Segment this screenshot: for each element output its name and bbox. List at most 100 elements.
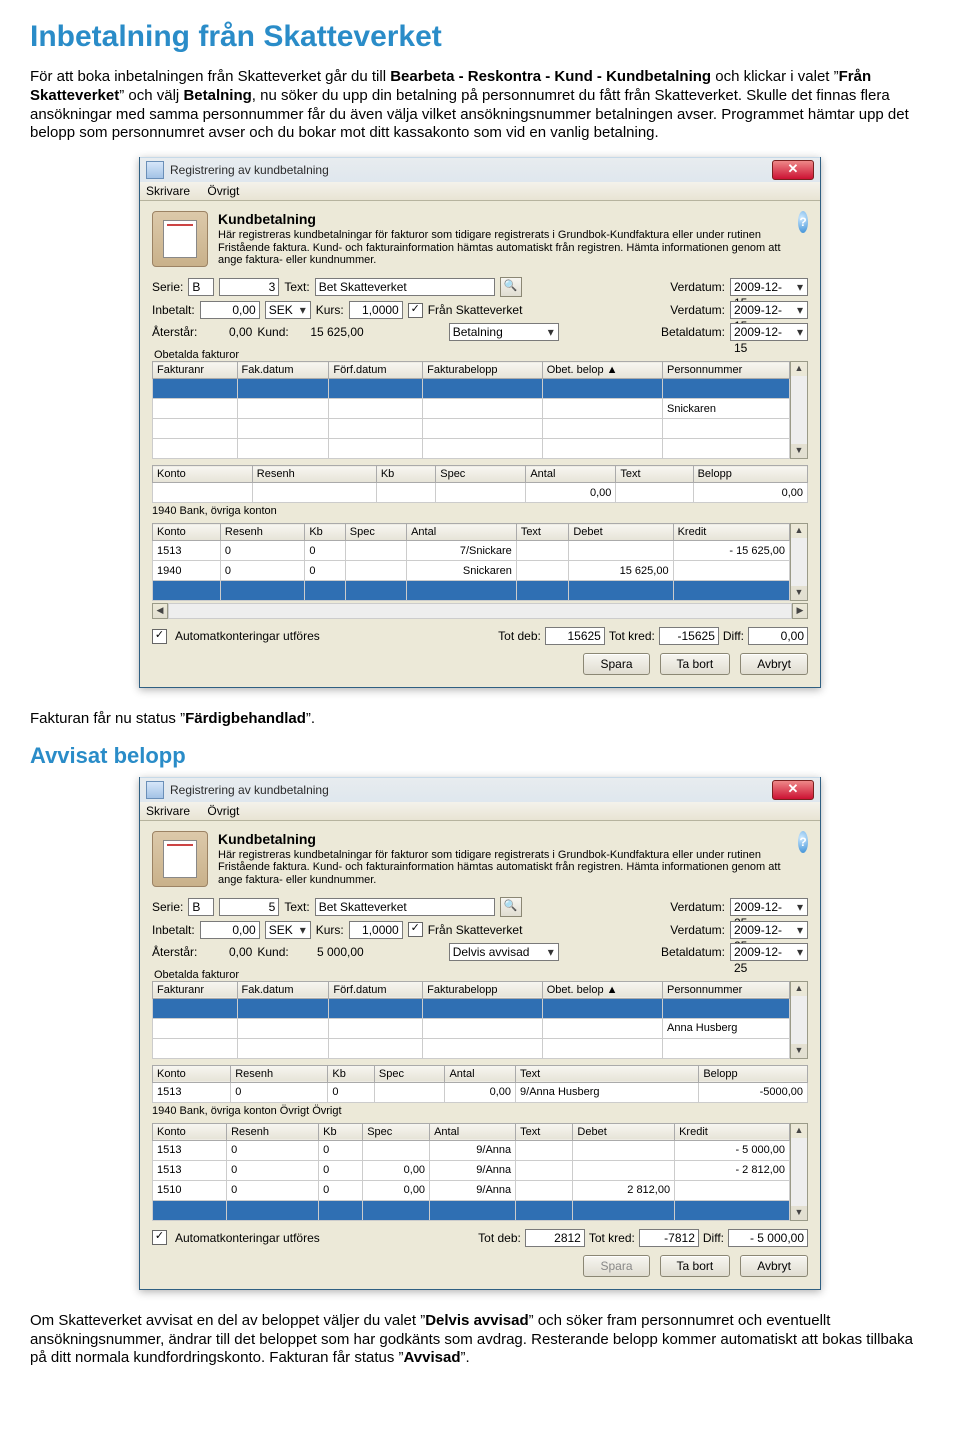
auto-checkbox[interactable]: ✓ bbox=[152, 1230, 167, 1245]
inbetalt-field[interactable]: 0,00 bbox=[200, 301, 260, 319]
mid-paragraph: Fakturan får nu status ”Färdigbehandlad”… bbox=[30, 710, 930, 729]
close-icon[interactable]: ✕ bbox=[772, 160, 814, 180]
table-kontering[interactable]: KontoResenhKbSpecAntalTextBelopp 0,000,0… bbox=[152, 465, 808, 503]
table-obetalda[interactable]: FakturanrFak.datumFörf.datumFakturabelop… bbox=[152, 361, 790, 459]
table-row bbox=[153, 439, 790, 459]
info-heading: Kundbetalning bbox=[218, 211, 788, 227]
avbryt-button[interactable]: Avbryt bbox=[740, 1255, 808, 1277]
menu-skrivare[interactable]: Skrivare bbox=[146, 184, 190, 198]
info-desc: Här registreras kundbetalningar för fakt… bbox=[218, 229, 788, 267]
table-row: 1513007/Snickare- 15 625,00 bbox=[153, 541, 790, 561]
valuta-field[interactable]: SEK bbox=[265, 301, 311, 319]
table-row: 1513000,009/Anna- 2 812,00 bbox=[153, 1160, 790, 1180]
help-icon[interactable]: ? bbox=[798, 211, 808, 233]
menu-ovrigt[interactable]: Övrigt bbox=[207, 804, 239, 818]
betaldatum-field[interactable]: 2009-12-25 bbox=[730, 943, 808, 961]
info-desc: Här registreras kundbetalningar för fakt… bbox=[218, 849, 788, 887]
auto-label: Automatkonteringar utföres bbox=[175, 629, 320, 643]
verdatum-field[interactable]: 2009-12-25 bbox=[730, 898, 808, 916]
verdatum-field[interactable]: 2009-12-15 bbox=[730, 278, 808, 296]
kund-label: Kund: bbox=[257, 325, 288, 339]
verdatum2-label: Verdatum: bbox=[670, 303, 725, 317]
window-kundbetalning-2: Registrering av kundbetalning ✕ Skrivare… bbox=[139, 777, 821, 1290]
table-row bbox=[153, 379, 790, 399]
avbryt-button[interactable]: Avbryt bbox=[740, 653, 808, 675]
aterstar-value: 0,00 bbox=[202, 325, 252, 339]
window-title: Registrering av kundbetalning bbox=[170, 163, 772, 177]
table-row: 0,000,00 bbox=[153, 483, 808, 503]
table-row: 1513000,009/Anna Husberg-5000,00 bbox=[153, 1082, 808, 1102]
diff-label: Diff: bbox=[723, 629, 744, 643]
search-icon[interactable]: 🔍 bbox=[500, 897, 522, 917]
info-heading: Kundbetalning bbox=[218, 831, 788, 847]
status-select[interactable]: Betalning bbox=[449, 323, 559, 341]
inbetalt-label: Inbetalt: bbox=[152, 303, 195, 317]
totkred-field: -15625 bbox=[659, 627, 719, 645]
serienr-field[interactable]: 3 bbox=[219, 278, 279, 296]
menu-skrivare[interactable]: Skrivare bbox=[146, 804, 190, 818]
table-row: Snickaren bbox=[153, 399, 790, 419]
line1940: 1940 Bank, övriga konton bbox=[152, 505, 808, 517]
close-icon[interactable]: ✕ bbox=[772, 780, 814, 800]
table-obetalda[interactable]: FakturanrFak.datumFörf.datumFakturabelop… bbox=[152, 981, 790, 1059]
serie-label: Serie: bbox=[152, 280, 183, 294]
line1940: 1940 Bank, övriga konton Övrigt Övrigt bbox=[152, 1105, 808, 1117]
fran-skatteverket-checkbox[interactable]: ✓ bbox=[408, 303, 423, 318]
fran-skatteverket-checkbox[interactable]: ✓ bbox=[408, 922, 423, 937]
table-row bbox=[153, 1200, 790, 1220]
table-row bbox=[153, 581, 790, 601]
verdatum-label: Verdatum: bbox=[670, 280, 725, 294]
app-icon bbox=[146, 781, 164, 799]
tabort-button[interactable]: Ta bort bbox=[660, 1255, 731, 1277]
tabort-button[interactable]: Ta bort bbox=[660, 653, 731, 675]
page-title: Inbetalning från Skatteverket bbox=[30, 20, 930, 54]
search-icon[interactable]: 🔍 bbox=[500, 277, 522, 297]
serie-field[interactable]: B bbox=[188, 898, 214, 916]
status-select[interactable]: Delvis avvisad bbox=[449, 943, 559, 961]
spara-button[interactable]: Spara bbox=[583, 1255, 649, 1277]
text-field[interactable]: Bet Skatteverket bbox=[315, 278, 495, 296]
window-kundbetalning-1: Registrering av kundbetalning ✕ Skrivare… bbox=[139, 157, 821, 688]
table-bokforing[interactable]: KontoResenhKbSpecAntalTextDebetKredit 15… bbox=[152, 523, 790, 601]
text-field[interactable]: Bet Skatteverket bbox=[315, 898, 495, 916]
verdatum2-field[interactable]: 2009-12-15 bbox=[730, 301, 808, 319]
inbetalt-field[interactable]: 0,00 bbox=[200, 921, 260, 939]
menubar: Skrivare Övrigt bbox=[140, 802, 820, 821]
app-icon bbox=[146, 161, 164, 179]
valuta-field[interactable]: SEK bbox=[265, 921, 311, 939]
verdatum2-field[interactable]: 2009-12-25 bbox=[730, 921, 808, 939]
table-row bbox=[153, 1038, 790, 1058]
grouplabel-obetalda: Obetalda fakturor bbox=[152, 349, 239, 361]
kund-value: 15 625,00 bbox=[294, 325, 364, 339]
book-icon bbox=[152, 211, 208, 267]
serie-field[interactable]: B bbox=[188, 278, 214, 296]
kurs-field[interactable]: 1,0000 bbox=[349, 921, 403, 939]
intro-paragraph: För att boka inbetalningen från Skatteve… bbox=[30, 68, 930, 143]
help-icon[interactable]: ? bbox=[798, 831, 808, 853]
titlebar[interactable]: Registrering av kundbetalning ✕ bbox=[140, 157, 820, 182]
diff-field: 0,00 bbox=[748, 627, 808, 645]
betaldatum-field[interactable]: 2009-12-15 bbox=[730, 323, 808, 341]
table-row bbox=[153, 419, 790, 439]
serienr-field[interactable]: 5 bbox=[219, 898, 279, 916]
closing-paragraph: Om Skatteverket avvisat en del av belopp… bbox=[30, 1312, 930, 1368]
book-icon bbox=[152, 831, 208, 887]
table-row: 1513009/Anna- 5 000,00 bbox=[153, 1140, 790, 1160]
totdeb-field: 15625 bbox=[545, 627, 605, 645]
titlebar[interactable]: Registrering av kundbetalning ✕ bbox=[140, 777, 820, 802]
section-title-avvisat: Avvisat belopp bbox=[30, 743, 930, 769]
menu-ovrigt[interactable]: Övrigt bbox=[207, 184, 239, 198]
aterstar-label: Återstår: bbox=[152, 325, 197, 339]
table-bokforing[interactable]: KontoResenhKbSpecAntalTextDebetKredit 15… bbox=[152, 1123, 790, 1221]
spara-button[interactable]: Spara bbox=[583, 653, 649, 675]
window-title: Registrering av kundbetalning bbox=[170, 783, 772, 797]
table-row bbox=[153, 998, 790, 1018]
totdeb-label: Tot deb: bbox=[498, 629, 541, 643]
kurs-field[interactable]: 1,0000 bbox=[349, 301, 403, 319]
betaldatum-label: Betaldatum: bbox=[661, 325, 725, 339]
table-kontering[interactable]: KontoResenhKbSpecAntalTextBelopp 1513000… bbox=[152, 1065, 808, 1103]
auto-checkbox[interactable]: ✓ bbox=[152, 629, 167, 644]
table-row: 1510000,009/Anna2 812,00 bbox=[153, 1180, 790, 1200]
table-row: 194000Snickaren15 625,00 bbox=[153, 561, 790, 581]
menubar: Skrivare Övrigt bbox=[140, 182, 820, 201]
